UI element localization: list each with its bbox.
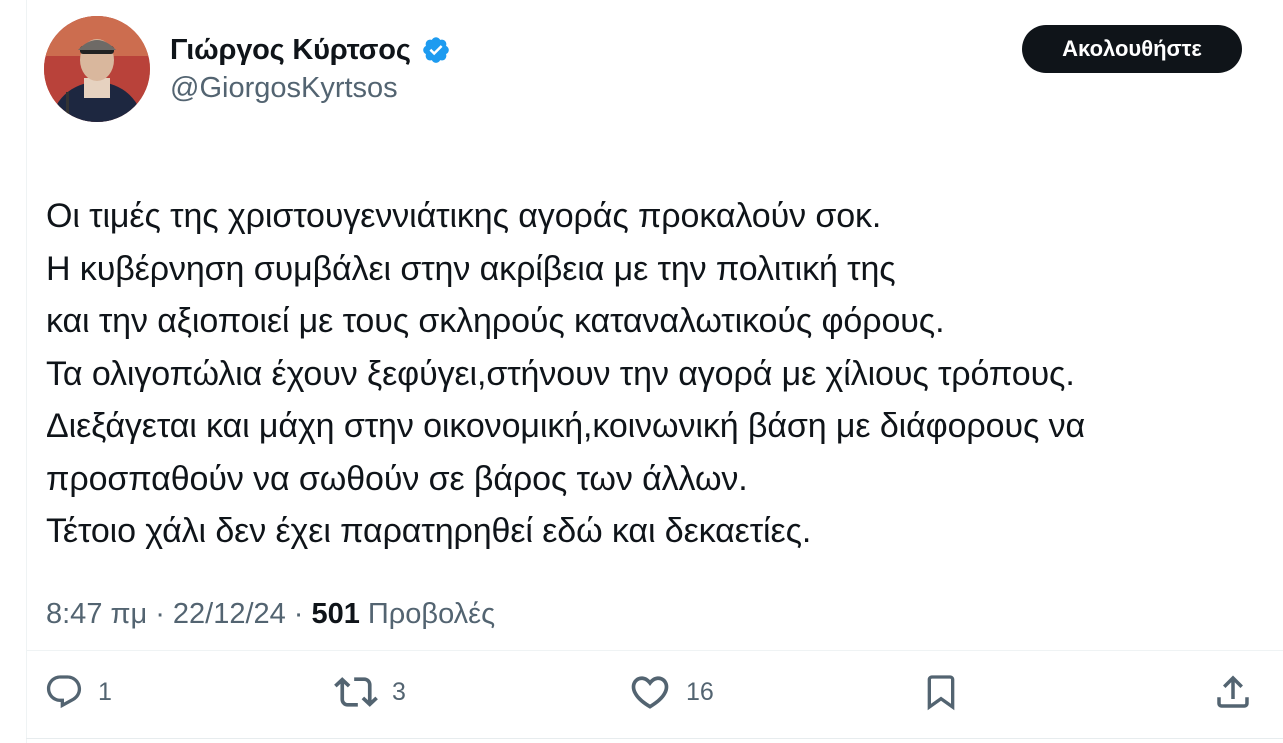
follow-button[interactable]: Ακολουθήστε	[1022, 25, 1242, 73]
tweet-line: και την αξιοποιεί με τους σκληρούς καταν…	[46, 302, 945, 340]
tweet-date[interactable]: 22/12/24	[173, 598, 286, 631]
tweet-line: Διεξάγεται και μάχη στην οικονομική,κοιν…	[46, 407, 1086, 445]
reply-icon	[46, 675, 82, 709]
meta-separator: ·	[293, 597, 304, 630]
meta-separator: ·	[155, 597, 165, 630]
bookmark-button[interactable]	[921, 670, 961, 714]
repost-button[interactable]: 3	[334, 670, 406, 714]
tweet-time[interactable]: 8:47 πμ	[46, 598, 147, 631]
reply-count: 1	[98, 677, 112, 706]
author-name-row[interactable]: Γιώργος Κύρτσος	[170, 30, 451, 70]
verified-badge-icon	[421, 35, 451, 65]
tweet-line: Τέτοιο χάλι δεν έχει παρατηρηθεί εδώ και…	[46, 512, 812, 550]
avatar-image	[44, 16, 150, 122]
views-label: Προβολές	[367, 597, 496, 630]
reply-button[interactable]: 1	[44, 670, 112, 714]
author-display-name[interactable]: Γιώργος Κύρτσος	[170, 34, 411, 67]
card-bottom-border	[26, 738, 1283, 739]
repost-count: 3	[392, 677, 406, 706]
like-count: 16	[686, 677, 714, 706]
share-icon	[1217, 675, 1249, 708]
divider	[26, 650, 1283, 651]
tweet-line: προσπαθούν να σωθούν σε βάρος των άλλων.	[46, 459, 748, 498]
avatar[interactable]	[44, 16, 150, 122]
tweet-line: Η κυβέρνηση συμβάλει στην ακρίβεια με τη…	[46, 249, 896, 288]
tweet-line: Τα ολιγοπώλια έχουν ξεφύγει,στήνουν την …	[46, 354, 1075, 393]
tweet-meta: 8:47 πμ · 22/12/24 · 501 Προβολές	[46, 594, 495, 634]
repost-icon	[334, 677, 378, 707]
tweet-text: Οι τιμές της χριστουγεννιάτικης αγοράς π…	[46, 190, 1256, 558]
bookmark-icon	[927, 675, 955, 711]
views-count: 501	[311, 597, 360, 630]
like-button[interactable]: 16	[628, 670, 714, 714]
author-handle[interactable]: @GiorgosKyrtsos	[170, 72, 398, 105]
heart-icon	[631, 676, 669, 709]
tweet-line: Οι τιμές της χριστουγεννιάτικης αγοράς π…	[46, 197, 882, 235]
share-button[interactable]	[1212, 670, 1254, 714]
